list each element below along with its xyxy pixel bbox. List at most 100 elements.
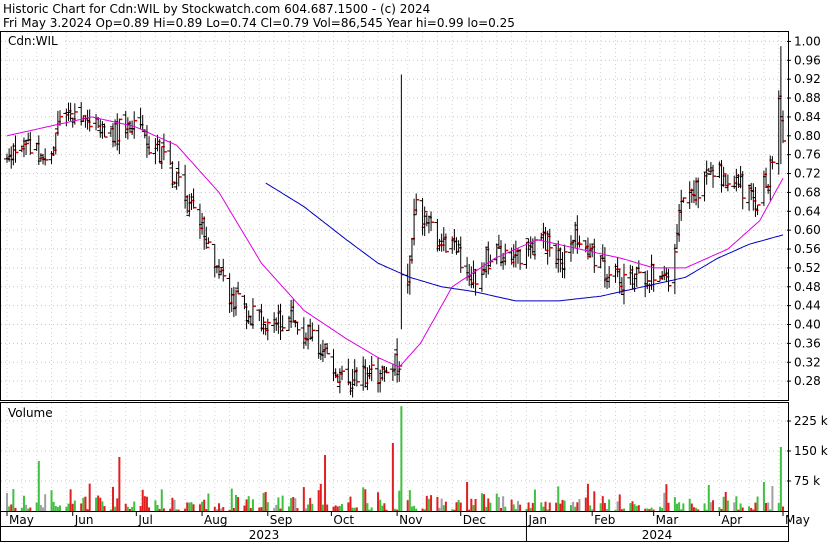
volume-bar (391, 443, 394, 511)
volume-bar (307, 504, 310, 511)
volume-bar (59, 505, 62, 511)
volume-bar (665, 484, 668, 511)
volume-bar (489, 502, 492, 511)
volume-bar (531, 502, 534, 511)
moving-average-line-1 (6, 116, 784, 368)
volume-bar (116, 498, 119, 511)
volume-bar (160, 489, 163, 511)
volume-bar (767, 502, 770, 511)
volume-bar (394, 508, 396, 511)
volume-bar (201, 501, 204, 511)
volume-bar (154, 500, 157, 511)
volume-bar (44, 494, 47, 511)
volume-bar (141, 489, 144, 511)
volume-bar (697, 509, 700, 511)
volume-bar (287, 506, 290, 511)
volume-bar (260, 507, 263, 511)
volume-bar (692, 507, 695, 511)
volume-bar (247, 496, 250, 511)
volume-bar (364, 489, 367, 511)
volume-bar (474, 499, 477, 511)
volume-bar (442, 505, 445, 511)
volume-bar (516, 500, 519, 511)
volume-bar (324, 455, 327, 511)
volume-bar (173, 499, 176, 511)
volume-bar (497, 497, 500, 511)
volume-bar (86, 509, 89, 511)
volume-bar (12, 489, 15, 511)
volume-bar (480, 493, 483, 511)
price-tick-label: 1.00 (794, 34, 821, 48)
volume-tick-label: 150 k (794, 444, 828, 458)
volume-bar (608, 499, 611, 511)
volume-bar (6, 492, 8, 511)
volume-bar (504, 506, 507, 511)
volume-bar (410, 506, 413, 511)
volume-bar (192, 504, 195, 511)
volume-bar (290, 497, 293, 511)
volume-bar (65, 506, 68, 511)
volume-bar (251, 499, 254, 511)
moving-average-line-2 (265, 182, 784, 302)
volume-bar (279, 508, 282, 511)
volume-bar (186, 502, 189, 511)
header-line-1: Historic Chart for Cdn:WIL by Stockwatch… (3, 2, 430, 16)
volume-bar (650, 507, 653, 511)
month-label: May (785, 513, 810, 527)
price-panel-frame (0, 31, 789, 401)
volume-bar (128, 508, 131, 511)
volume-bar (510, 499, 513, 511)
volume-bar (302, 487, 305, 511)
month-label: Jan (527, 513, 547, 527)
volume-bar (398, 490, 401, 511)
volume-bar (525, 508, 528, 511)
month-label: Sep (270, 513, 293, 527)
volume-bar (22, 495, 25, 511)
volume-bar (80, 503, 83, 511)
volume-bar (69, 489, 72, 511)
volume-bar (542, 506, 545, 511)
month-label: Dec (463, 513, 486, 527)
volume-bar (712, 500, 715, 511)
volume-bar (145, 496, 148, 511)
volume-bars (6, 406, 784, 511)
volume-bar (277, 497, 280, 511)
volume-bar (572, 501, 575, 511)
price-tick-label: 0.96 (794, 53, 821, 67)
volume-bar (99, 497, 102, 511)
volume-bar (400, 406, 403, 511)
volume-bar (546, 509, 549, 511)
volume-bar (457, 500, 460, 511)
volume-bar (688, 498, 691, 511)
volume-bar (574, 506, 577, 511)
price-tick-label: 0.36 (794, 336, 821, 350)
volume-bar (266, 502, 269, 511)
price-axis: 1.00 0.96 0.92 0.88 0.84 0.80 0.76 0.72 0.68 0.64… (787, 34, 821, 388)
volume-bar (379, 499, 382, 511)
volume-bar (175, 509, 178, 511)
volume-bar (366, 503, 369, 511)
price-tick-label: 0.48 (794, 280, 821, 294)
volume-bar (500, 507, 503, 511)
volume-bar (782, 506, 784, 511)
volume-bar (101, 501, 104, 511)
volume-axis: 225 k 150 k 75 k (787, 414, 828, 488)
price-tick-label: 0.52 (794, 261, 821, 275)
volume-bar (338, 505, 341, 511)
volume-bar (377, 492, 380, 511)
volume-bar (35, 502, 38, 511)
header-line-2: Fri May 3.2024 Op=0.89 Hi=0.89 Lo=0.74 C… (3, 16, 515, 30)
price-tick-label: 0.76 (794, 148, 821, 162)
volume-bar (112, 486, 115, 511)
month-label: Nov (399, 513, 422, 527)
volume-bar (139, 506, 142, 511)
volume-bar (169, 508, 172, 511)
volume-bar (88, 483, 91, 511)
volume-bar (561, 499, 564, 511)
volume-bar (29, 507, 32, 511)
volume-bar (54, 506, 57, 511)
volume-bar (635, 505, 638, 511)
volume-bar (603, 503, 606, 511)
volume-bar (754, 502, 757, 511)
volume-bar (673, 497, 676, 511)
